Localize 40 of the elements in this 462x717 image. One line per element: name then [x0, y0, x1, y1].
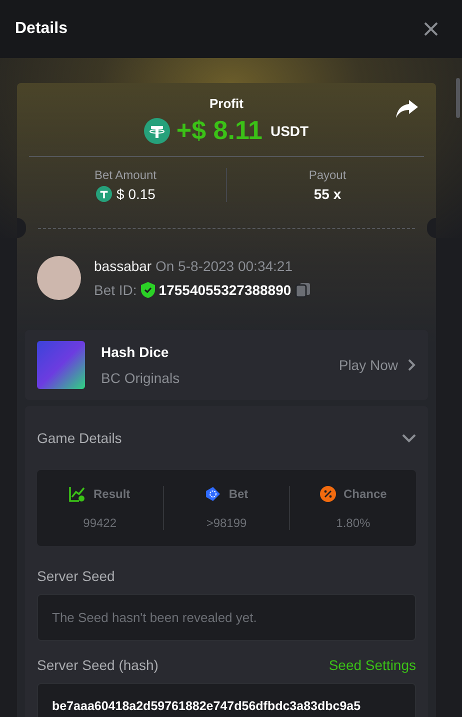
share-icon[interactable] — [396, 100, 418, 118]
player-name[interactable]: bassabar — [94, 258, 152, 274]
bet-date: On 5-8-2023 00:34:21 — [155, 258, 292, 274]
metric-value: >98199 — [206, 516, 247, 530]
shield-check-icon — [140, 282, 155, 298]
metric-label: Bet — [228, 487, 248, 501]
metric-value: 99422 — [83, 516, 117, 530]
metric-value: 1.80% — [336, 516, 370, 530]
currency-label: USDT — [270, 122, 309, 138]
chevron-right-icon — [408, 359, 416, 371]
chevron-icon[interactable] — [402, 434, 416, 442]
metric-label: Result — [93, 487, 130, 501]
tether-coin-icon — [144, 118, 170, 144]
ticket-notch — [427, 218, 436, 238]
profit-amount: +$ 8.11 — [176, 115, 262, 146]
bet-id-label: Bet ID: — [94, 282, 137, 298]
bet-id: 17554055327388890 — [158, 282, 292, 298]
ticket-notch — [17, 218, 26, 238]
game-name: Hash Dice — [101, 344, 170, 360]
stat-label: Bet Amount — [94, 168, 157, 182]
tether-coin-icon — [96, 186, 112, 202]
game-thumbnail[interactable] — [37, 341, 85, 389]
stat-value: 55 x — [314, 186, 342, 202]
server-seed-hash-field: be7aaa60418a2d59761882e747d56dfbdc3a83dbc9a5 — [37, 683, 416, 717]
server-seed-field: The Seed hasn't been revealed yet. — [37, 594, 416, 641]
stat-label: Payout — [308, 168, 346, 182]
field-label: Server Seed — [37, 568, 115, 584]
section-title: Game Details — [37, 430, 122, 446]
stat-value: $ 0.15 — [116, 186, 156, 202]
metric-label: Chance — [344, 487, 387, 501]
field-label: Server Seed (hash) — [37, 657, 158, 673]
play-now-button[interactable]: Play Now — [338, 357, 416, 373]
copy-icon[interactable] — [295, 282, 312, 298]
close-icon[interactable] — [424, 22, 438, 36]
seed-settings-link[interactable]: Seed Settings — [328, 657, 416, 683]
scrollbar[interactable] — [456, 78, 460, 118]
avatar — [37, 256, 81, 300]
profit-label: Profit — [210, 96, 244, 111]
dialog-title: Details — [15, 20, 68, 38]
game-provider: BC Originals — [101, 370, 181, 386]
